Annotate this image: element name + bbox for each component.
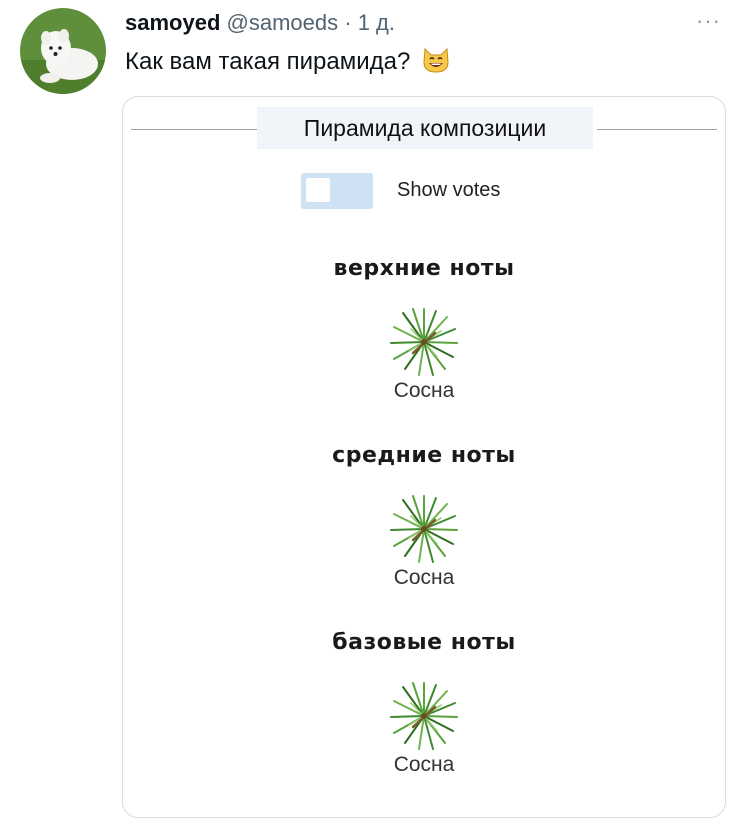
- samoyed-dog-avatar-icon: [20, 8, 106, 94]
- tweet-text: Как вам такая пирамида?: [125, 47, 411, 75]
- base-notes-section: базовые ноты Сосна: [123, 627, 725, 777]
- divider-right: [597, 129, 717, 130]
- pine-branch-icon: [389, 494, 459, 564]
- note-item[interactable]: Сосна: [374, 494, 474, 590]
- note-label: Сосна: [393, 566, 455, 589]
- pine-branch-icon: [389, 681, 459, 751]
- card-title-row: Пирамида композиции: [123, 107, 725, 151]
- tweet-header: samoyed @samoeds · 1 д.: [125, 10, 395, 36]
- separator-dot: ·: [344, 10, 352, 35]
- note-item[interactable]: Сосна: [374, 307, 474, 403]
- divider-left: [131, 129, 257, 130]
- timestamp[interactable]: 1 д.: [358, 10, 395, 35]
- toggle-knob: [306, 178, 330, 202]
- note-label: Сосна: [393, 379, 455, 402]
- note-item[interactable]: Сосна: [374, 681, 474, 777]
- note-label: Сосна: [393, 753, 455, 776]
- section-title: базовые ноты: [332, 630, 516, 655]
- author-handle[interactable]: @samoeds: [227, 10, 339, 35]
- show-votes-toggle[interactable]: [301, 173, 373, 209]
- more-options-icon[interactable]: ···: [696, 8, 721, 34]
- card-title: Пирамида композиции: [257, 107, 593, 149]
- author-name[interactable]: samoyed: [125, 10, 220, 35]
- tweet-body: Как вам такая пирамида?: [125, 44, 451, 81]
- middle-notes-section: средние ноты Сосна: [123, 440, 725, 590]
- section-title: средние ноты: [332, 443, 516, 468]
- avatar[interactable]: [20, 8, 106, 94]
- show-votes-label: Show votes: [397, 179, 501, 201]
- perfume-pyramid-card[interactable]: Пирамида композиции Show votes верхние н…: [122, 96, 726, 818]
- section-title: верхние ноты: [333, 256, 515, 281]
- pine-branch-icon: [389, 307, 459, 377]
- grinning-cat-emoji-icon: [421, 44, 451, 81]
- top-notes-section: верхние ноты Сосна: [123, 253, 725, 403]
